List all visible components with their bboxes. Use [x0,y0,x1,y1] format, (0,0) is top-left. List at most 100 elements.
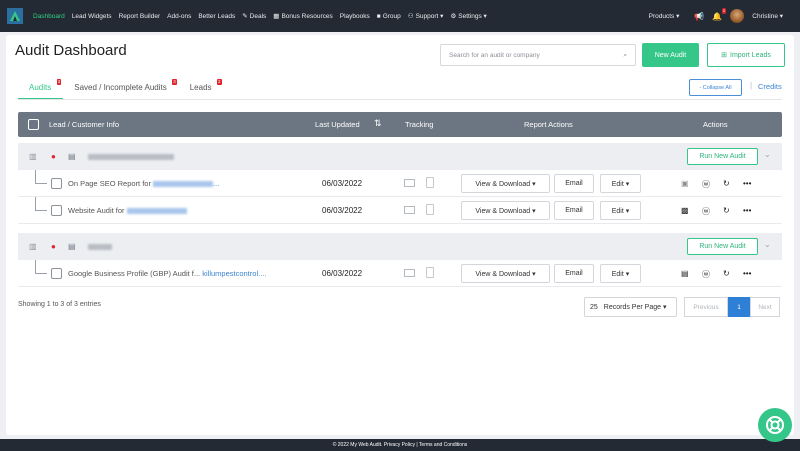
pagination: Previous 1 Next [684,297,780,317]
header-report-actions: Report Actions [524,120,573,129]
view-download-button[interactable]: View & Download ▾ [461,264,550,283]
email-button[interactable]: Email [554,201,594,220]
collapse-all-button[interactable]: - Collapse All [689,79,742,96]
user-menu[interactable]: Christine ▾ [752,12,783,20]
app-logo[interactable] [5,6,25,26]
person-icon: ● [51,152,56,161]
document-icon[interactable] [426,204,434,215]
nav-bonus-resources[interactable]: ▦ Bonus Resources [273,12,332,21]
new-audit-button[interactable]: New Audit [642,43,699,67]
screenshot-icon[interactable]: ▩ [681,206,689,215]
last-updated-date: 06/03/2022 [322,269,363,278]
wordpress-icon[interactable]: ⓦ [702,206,710,217]
select-all-checkbox[interactable] [28,119,39,130]
edit-button[interactable]: Edit ▾ [600,174,641,193]
chevron-down-icon[interactable]: ⌄ [764,150,771,159]
building-icon: ▥ [29,152,37,161]
refresh-icon[interactable]: ↻ [723,269,730,278]
tab-audits[interactable]: Audits 3 [18,77,64,100]
nav-report-builder[interactable]: Report Builder [119,13,161,20]
page-1-button[interactable]: 1 [728,297,750,317]
storefront-icon[interactable]: ▤ [681,269,689,278]
nav-deals[interactable]: ✎ Deals [242,12,266,21]
mail-icon[interactable] [404,179,415,187]
customer-group-row: ▥ ● ▤ Run New Audit ⌄ [18,233,782,260]
help-button[interactable] [758,408,792,442]
document-icon[interactable] [426,267,434,278]
next-page-button[interactable]: Next [750,297,780,317]
avatar[interactable] [730,9,745,23]
sort-icon[interactable]: ⇅ [374,118,382,129]
header-tracking: Tracking [405,120,434,129]
id-card-icon: ▤ [68,152,76,161]
mail-icon[interactable] [404,269,415,277]
bell-icon[interactable]: 🔔 2 [712,7,727,21]
credits-link[interactable]: Credits [758,82,782,91]
facebook-icon: ■ [376,12,381,20]
screenshot-icon[interactable]: ▣ [681,179,689,188]
nav-playbooks[interactable]: Playbooks [340,13,370,20]
chevron-down-icon[interactable]: ⌄ [764,240,771,249]
tree-line [35,260,36,274]
run-new-audit-button[interactable]: Run New Audit [687,238,758,255]
tree-line [35,183,47,184]
search-icon: ⌕ [623,52,627,59]
megaphone-icon[interactable]: 📢 [694,12,704,21]
email-button[interactable]: Email [554,174,594,193]
wordpress-icon[interactable]: ⓦ [702,179,710,190]
person-icon: ● [51,242,56,251]
tabs-divider [18,99,782,100]
nav-lead-widgets[interactable]: Lead Widgets [72,13,112,20]
tab-count-badge: 3 [56,79,62,85]
gear-icon: ⚙ [450,13,457,20]
audit-name[interactable]: Website Audit for [68,206,187,215]
row-checkbox[interactable] [51,205,62,216]
nav-better-leads[interactable]: Better Leads [198,13,235,20]
edit-button[interactable]: Edit ▾ [600,201,641,220]
import-leads-button[interactable]: ⊞ Import Leads [707,43,785,67]
nav-settings[interactable]: ⚙ Settings ▾ [450,12,486,20]
separator: | [750,81,753,90]
mail-icon[interactable] [404,206,415,214]
more-icon[interactable]: ••• [743,179,751,188]
previous-page-button[interactable]: Previous [684,297,728,317]
more-icon[interactable]: ••• [743,269,751,278]
email-button[interactable]: Email [554,264,594,283]
customer-group-row: ▥ ● ▤ Run New Audit ⌄ [18,143,782,170]
bonus-icon: ▦ [273,13,280,20]
lifebuoy-icon [766,416,784,434]
redacted-link[interactable] [153,181,214,188]
audit-link[interactable]: killumpestcontrol.... [202,269,266,278]
search-input[interactable]: Search for an audit or company ⌕ [440,44,636,66]
tab-saved-incomplete[interactable]: Saved / Incomplete Audits 3 [63,77,179,100]
run-new-audit-button[interactable]: Run New Audit [687,148,758,165]
nav-dashboard[interactable]: Dashboard [33,13,65,20]
nav-group[interactable]: ■ Group [377,13,401,20]
nav-add-ons[interactable]: Add-ons [167,13,191,20]
table-header: Lead / Customer Info Last Updated ⇅ Trac… [18,112,782,137]
tab-count-badge: 3 [172,79,177,85]
records-per-page-select[interactable]: 25 Records Per Page ▾ [584,297,677,317]
header-last-updated[interactable]: Last Updated [315,120,360,129]
row-checkbox[interactable] [51,268,62,279]
refresh-icon[interactable]: ↻ [723,179,730,188]
more-icon[interactable]: ••• [743,206,751,215]
edit-button[interactable]: Edit ▾ [600,264,641,283]
building-icon: ▥ [29,242,37,251]
tree-line [35,170,36,184]
tab-leads[interactable]: Leads 2 [179,77,224,100]
audit-name[interactable]: On Page SEO Report for ... [68,179,219,188]
view-download-button[interactable]: View & Download ▾ [461,201,550,220]
tab-bar: Audits 3 Saved / Incomplete Audits 3 Lea… [18,77,224,100]
tree-line [35,210,47,211]
audit-name[interactable]: Google Business Profile (GBP) Audit f...… [68,269,266,278]
document-icon[interactable] [426,177,434,188]
page-title: Audit Dashboard [15,42,127,59]
redacted-link[interactable] [126,208,187,215]
refresh-icon[interactable]: ↻ [723,206,730,215]
nav-support[interactable]: ⚇ Support ▾ [408,12,444,20]
wordpress-icon[interactable]: ⓦ [702,269,710,280]
view-download-button[interactable]: View & Download ▾ [461,174,550,193]
row-checkbox[interactable] [51,178,62,189]
nav-products[interactable]: Products ▾ [649,12,680,20]
